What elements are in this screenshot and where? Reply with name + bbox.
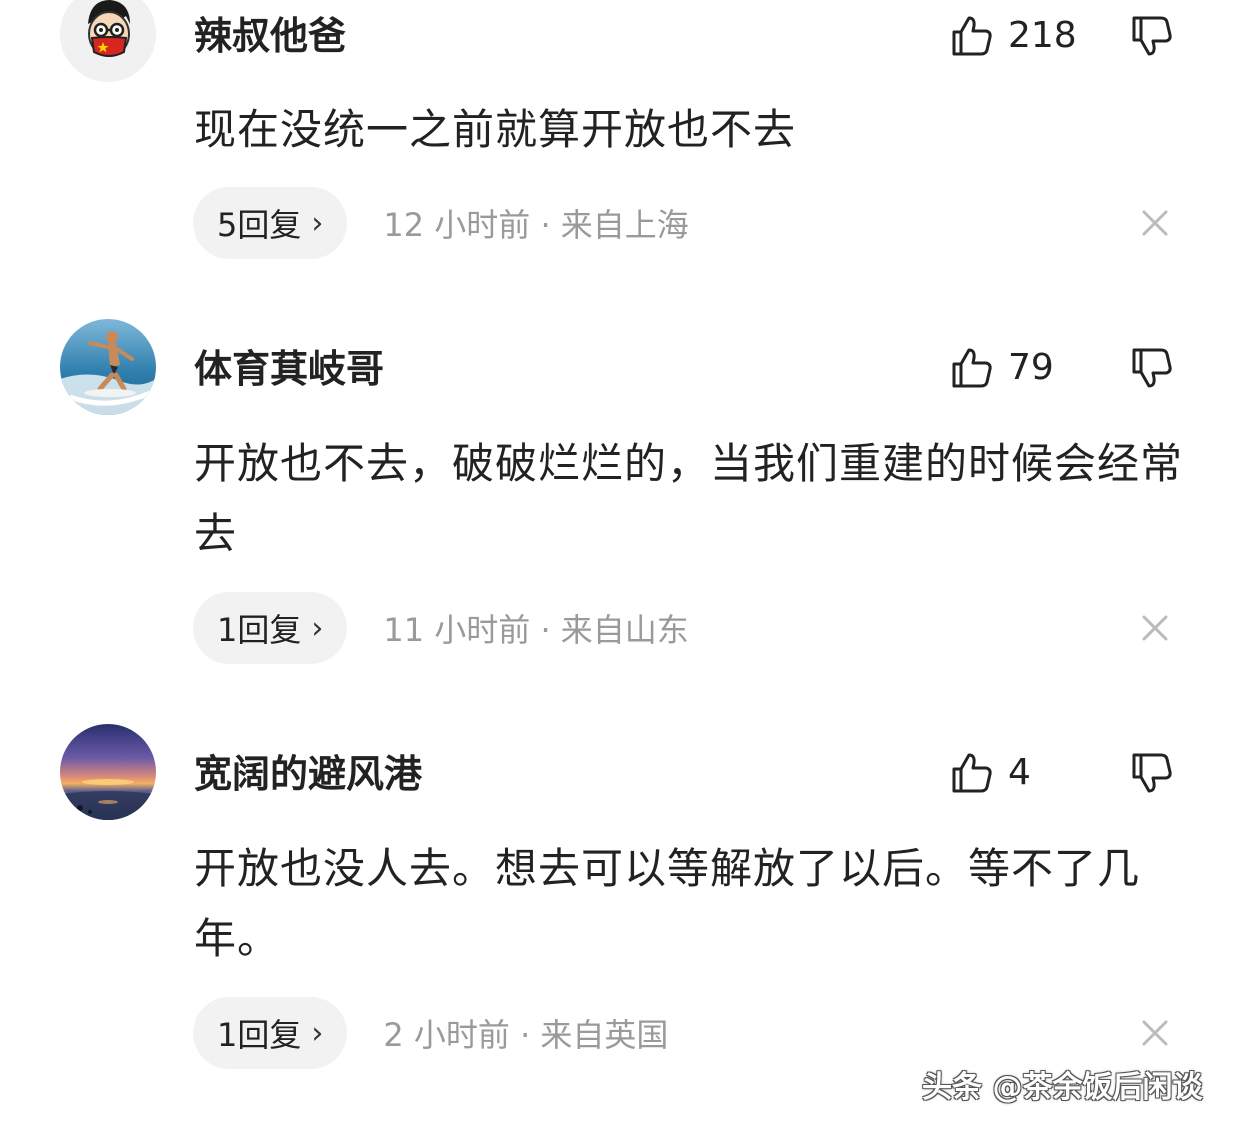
cartoon-face-avatar-icon	[60, 0, 156, 82]
surfer-photo-avatar-icon	[60, 319, 156, 415]
chevron-right-icon: ›	[311, 205, 324, 241]
comment-meta-row: 5回复 › 12 小时前 · 来自上海	[193, 187, 689, 259]
like-button[interactable]: 218	[950, 12, 1077, 60]
comment-meta-row: 1回复 › 11 小时前 · 来自山东	[193, 592, 689, 664]
thumbs-up-icon	[952, 16, 992, 56]
comment-text: 现在没统一之前就算开放也不去	[194, 105, 797, 154]
reply-count-label: 1回复	[217, 1016, 302, 1054]
avatar[interactable]	[60, 0, 156, 82]
sunset-photo-avatar-icon	[60, 724, 156, 820]
reply-button[interactable]: 5回复 ›	[193, 187, 348, 259]
watermark: 头条 @茶余饭后闲谈	[922, 1070, 1203, 1105]
reply-button[interactable]: 1回复 ›	[193, 592, 348, 664]
thumbs-down-icon[interactable]	[1130, 14, 1174, 58]
thumbs-down-icon[interactable]	[1130, 751, 1174, 795]
reply-count-label: 1回复	[217, 611, 302, 649]
comment-text: 开放也不去，破破烂烂的，当我们重建的时候会经常去	[194, 439, 1184, 558]
comment-time-location: 12 小时前 · 来自上海	[383, 206, 689, 244]
like-count: 79	[1008, 347, 1054, 388]
comment-meta-row: 1回复 › 2 小时前 · 来自英国	[193, 997, 668, 1069]
username[interactable]: 辣叔他爸	[194, 12, 346, 60]
reply-button[interactable]: 1回复 ›	[193, 997, 348, 1069]
comment-time-location: 11 小时前 · 来自山东	[383, 611, 689, 649]
username[interactable]: 宽阔的避风港	[194, 750, 422, 798]
comment-text: 开放也没人去。想去可以等解放了以后。等不了几年。	[194, 844, 1141, 963]
username[interactable]: 体育萁岐哥	[194, 345, 384, 393]
thumbs-up-icon	[952, 348, 992, 388]
close-icon[interactable]	[1138, 206, 1172, 240]
avatar[interactable]	[60, 724, 156, 820]
like-button[interactable]: 79	[950, 344, 1054, 392]
close-icon[interactable]	[1138, 1016, 1172, 1050]
reply-count-label: 5回复	[217, 206, 302, 244]
comment-time-location: 2 小时前 · 来自英国	[383, 1016, 669, 1054]
like-button[interactable]: 4	[950, 749, 1031, 797]
thumbs-down-icon[interactable]	[1130, 346, 1174, 390]
chevron-right-icon: ›	[311, 1015, 324, 1051]
like-count: 4	[1008, 752, 1031, 793]
chevron-right-icon: ›	[311, 610, 324, 646]
avatar[interactable]	[60, 319, 156, 415]
close-icon[interactable]	[1138, 611, 1172, 645]
like-count: 218	[1008, 15, 1077, 56]
thumbs-up-icon	[952, 753, 992, 793]
